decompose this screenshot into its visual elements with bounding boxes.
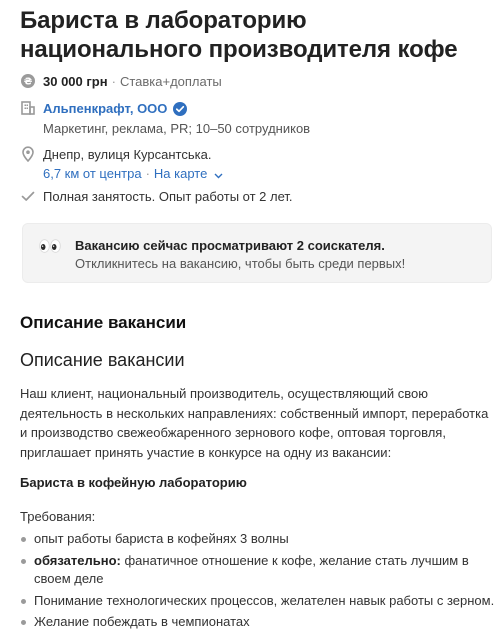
section-heading: Описание вакансии xyxy=(20,313,187,332)
map-link[interactable]: На карте xyxy=(154,166,207,181)
employment-row: Полная занятость. Опыт работы от 2 лет. xyxy=(20,188,293,206)
list-item: обязательно: фанатичное отношение к кофе… xyxy=(20,552,495,589)
bullet-icon xyxy=(21,537,26,542)
company-name-link[interactable]: Альпенкрафт, ООО xyxy=(43,100,167,118)
list-item: Желание побеждать в чемпионатах xyxy=(20,613,495,632)
checkmark-icon xyxy=(20,188,36,204)
requirements-label: Требования: xyxy=(20,509,96,524)
eyes-icon xyxy=(39,239,61,253)
viewers-notice: Вакансию сейчас просматривают 2 соискате… xyxy=(22,223,492,283)
svg-text:₴: ₴ xyxy=(24,77,33,88)
bullet-icon xyxy=(21,558,26,564)
company-details: Маркетинг, реклама, PR; 10–50 сотруднико… xyxy=(43,121,311,136)
employment-text: Полная занятость. Опыт работы от 2 лет. xyxy=(43,189,293,204)
list-item: опыт работы бариста в кофейнях 3 волны xyxy=(20,530,495,549)
chevron-down-icon[interactable] xyxy=(214,166,223,184)
location-address: Днепр, вулиця Курсантська. xyxy=(43,147,212,162)
salary-amount: 30 000 грн xyxy=(43,74,108,89)
bullet-icon xyxy=(21,598,26,604)
description-intro: Наш клиент, национальный производитель, … xyxy=(20,386,489,460)
map-pin-icon xyxy=(20,146,36,163)
building-icon xyxy=(20,100,36,116)
list-item: Понимание технологических процессов, жел… xyxy=(20,592,495,611)
salary-note: Ставка+доплаты xyxy=(119,74,222,89)
distance-link[interactable]: 6,7 км от центра xyxy=(43,166,142,181)
description-heading: Описание вакансии xyxy=(20,350,185,370)
company-row: Альпенкрафт, ООО Маркетинг, реклама, PR;… xyxy=(20,100,310,138)
salary-separator: · xyxy=(111,74,116,89)
location-separator: · xyxy=(145,166,150,181)
vacancy-title: Бариста в лабораторию национального прои… xyxy=(20,7,458,63)
salary-row: ₴ 30 000 грн · Ставка+доплаты xyxy=(20,73,222,91)
location-row: Днепр, вулиця Курсантська. 6,7 км от цен… xyxy=(20,146,223,184)
verified-check-icon xyxy=(173,102,188,116)
requirements-list: опыт работы бариста в кофейнях 3 волны о… xyxy=(20,530,495,635)
bullet-icon xyxy=(21,620,26,625)
coin-icon: ₴ xyxy=(20,73,36,89)
notice-subtitle: Откликнитесь на вакансию, чтобы быть сре… xyxy=(75,256,406,271)
notice-title: Вакансию сейчас просматривают 2 соискате… xyxy=(75,238,385,253)
position-heading: Бариста в кофейную лабораторию xyxy=(20,475,247,490)
